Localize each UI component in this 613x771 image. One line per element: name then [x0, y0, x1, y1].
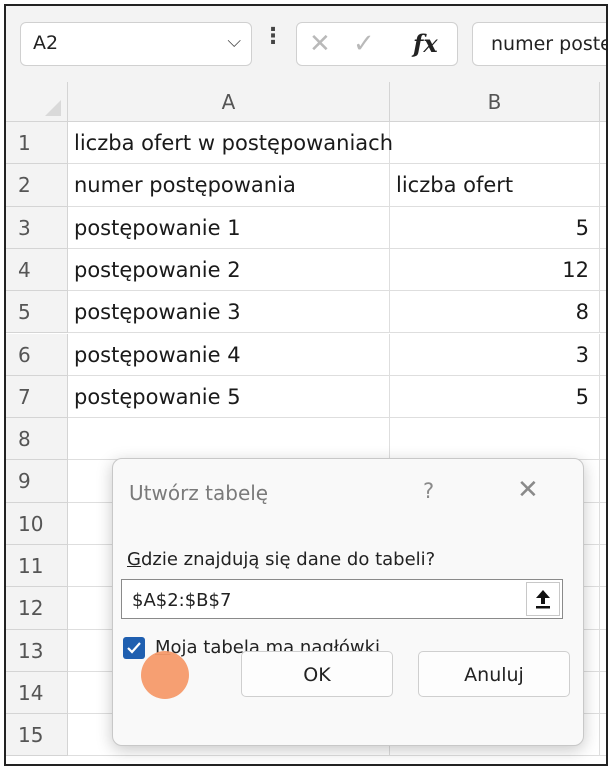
row-header[interactable]: 11 [6, 545, 68, 588]
row-header[interactable]: 13 [6, 629, 68, 672]
cell-c[interactable] [600, 122, 606, 165]
cell-c[interactable] [600, 164, 606, 207]
row-header[interactable]: 3 [6, 206, 68, 249]
table-row: 4 postępowanie 2 12 [6, 248, 606, 292]
row-header[interactable]: 2 [6, 164, 68, 207]
cell-a[interactable]: postępowanie 2 [68, 248, 390, 292]
cell-a[interactable]: postępowanie 4 [68, 333, 390, 376]
row-header[interactable]: 4 [6, 248, 68, 292]
formula-content: numer postępowania [491, 33, 606, 55]
row-header[interactable]: 7 [6, 375, 68, 419]
name-box-value: A2 [33, 32, 59, 54]
cell-b[interactable]: 5 [390, 375, 600, 419]
help-icon[interactable]: ? [423, 479, 434, 503]
cell-a[interactable]: numer postępowania [68, 164, 390, 207]
row-header[interactable]: 6 [6, 333, 68, 376]
row-header[interactable]: 14 [6, 671, 68, 715]
cell-a[interactable]: postępowanie 5 [68, 375, 390, 419]
column-header-b[interactable]: B [390, 82, 600, 122]
row-header[interactable]: 8 [6, 418, 68, 461]
more-options-icon[interactable]: ⋮ [262, 24, 284, 49]
cell-c[interactable] [600, 460, 606, 503]
checkmark-icon [127, 642, 141, 654]
cell-a[interactable]: postępowanie 1 [68, 206, 390, 249]
cancel-entry-icon[interactable]: ✕ [309, 29, 331, 59]
row-header[interactable]: 10 [6, 502, 68, 545]
select-all-corner[interactable] [6, 82, 68, 122]
cell-b[interactable] [390, 418, 600, 461]
cell-c[interactable] [600, 376, 606, 419]
cell-a[interactable]: postępowanie 3 [68, 291, 390, 334]
table-row: 7 postępowanie 55 [6, 375, 606, 419]
upload-arrow-icon [536, 590, 550, 609]
range-question-access-key: G [127, 549, 141, 570]
row-header[interactable]: 15 [6, 714, 68, 757]
cell-b[interactable]: 8 [390, 291, 600, 334]
cell-c[interactable] [600, 418, 606, 461]
dialog-title: Utwórz tabelę [129, 481, 269, 505]
row-header[interactable]: 9 [6, 460, 68, 503]
cell-c[interactable] [600, 672, 606, 715]
table-row: 2 numer postępowania liczba ofert [6, 164, 606, 207]
headers-checkbox[interactable] [123, 637, 145, 659]
table-row: 8 [6, 418, 606, 461]
table-row: 1 liczba ofert w postępowaniach [6, 122, 606, 165]
range-field [121, 579, 563, 620]
close-icon[interactable]: ✕ [517, 475, 539, 505]
column-header-a[interactable]: A [68, 82, 390, 122]
cell-a[interactable]: liczba ofert w postępowaniach [68, 122, 393, 165]
row-header[interactable]: 12 [6, 587, 68, 630]
cell-c[interactable] [600, 545, 606, 588]
cell-c[interactable] [600, 249, 606, 292]
collapse-dialog-button[interactable] [526, 582, 560, 616]
formula-input[interactable]: numer postępowania [472, 22, 606, 66]
cell-c[interactable] [600, 207, 606, 249]
cell-b[interactable] [390, 122, 600, 165]
cell-a[interactable] [68, 418, 390, 461]
cancel-button[interactable]: Anuluj [418, 651, 570, 697]
enter-entry-icon[interactable]: ✓ [353, 29, 375, 59]
create-table-dialog: Utwórz tabelę ? ✕ Gdzie znajdują się dan… [112, 458, 584, 746]
cell-c[interactable] [600, 334, 606, 376]
cell-c[interactable] [600, 291, 606, 334]
table-row: 5 postępowanie 38 [6, 291, 606, 334]
row-header[interactable]: 5 [6, 291, 68, 334]
cell-c[interactable] [600, 630, 606, 672]
ok-button[interactable]: OK [241, 651, 393, 697]
formula-buttons: ✕ ✓ fx [296, 22, 458, 66]
name-box[interactable]: A2 ⌵ [20, 22, 252, 66]
formula-bar: A2 ⌵ ⋮ ✕ ✓ fx numer postępowania [6, 6, 606, 82]
row-header[interactable]: 1 [6, 122, 68, 165]
column-header-c[interactable] [600, 82, 606, 122]
range-input[interactable] [122, 580, 534, 620]
insert-function-icon[interactable]: fx [413, 29, 438, 58]
range-question-text: dzie znajdują się dane do tabeli? [140, 549, 436, 570]
click-indicator [141, 651, 189, 699]
cell-b[interactable]: liczba ofert [390, 164, 600, 207]
excel-window: A2 ⌵ ⋮ ✕ ✓ fx numer postępowania A B 1li… [4, 4, 608, 766]
chevron-down-icon[interactable]: ⌵ [227, 31, 241, 52]
cell-c[interactable] [600, 714, 606, 757]
cell-b[interactable]: 12 [390, 248, 600, 292]
cell-c[interactable] [600, 587, 606, 630]
cell-b[interactable]: 3 [390, 333, 600, 376]
range-question-label: Gdzie znajdują się dane do tabeli? [127, 549, 435, 570]
table-row: 3 postępowanie 15 [6, 206, 606, 249]
table-row: 6 postępowanie 43 [6, 333, 606, 376]
cell-c[interactable] [600, 503, 606, 545]
cell-b[interactable]: 5 [390, 206, 600, 249]
